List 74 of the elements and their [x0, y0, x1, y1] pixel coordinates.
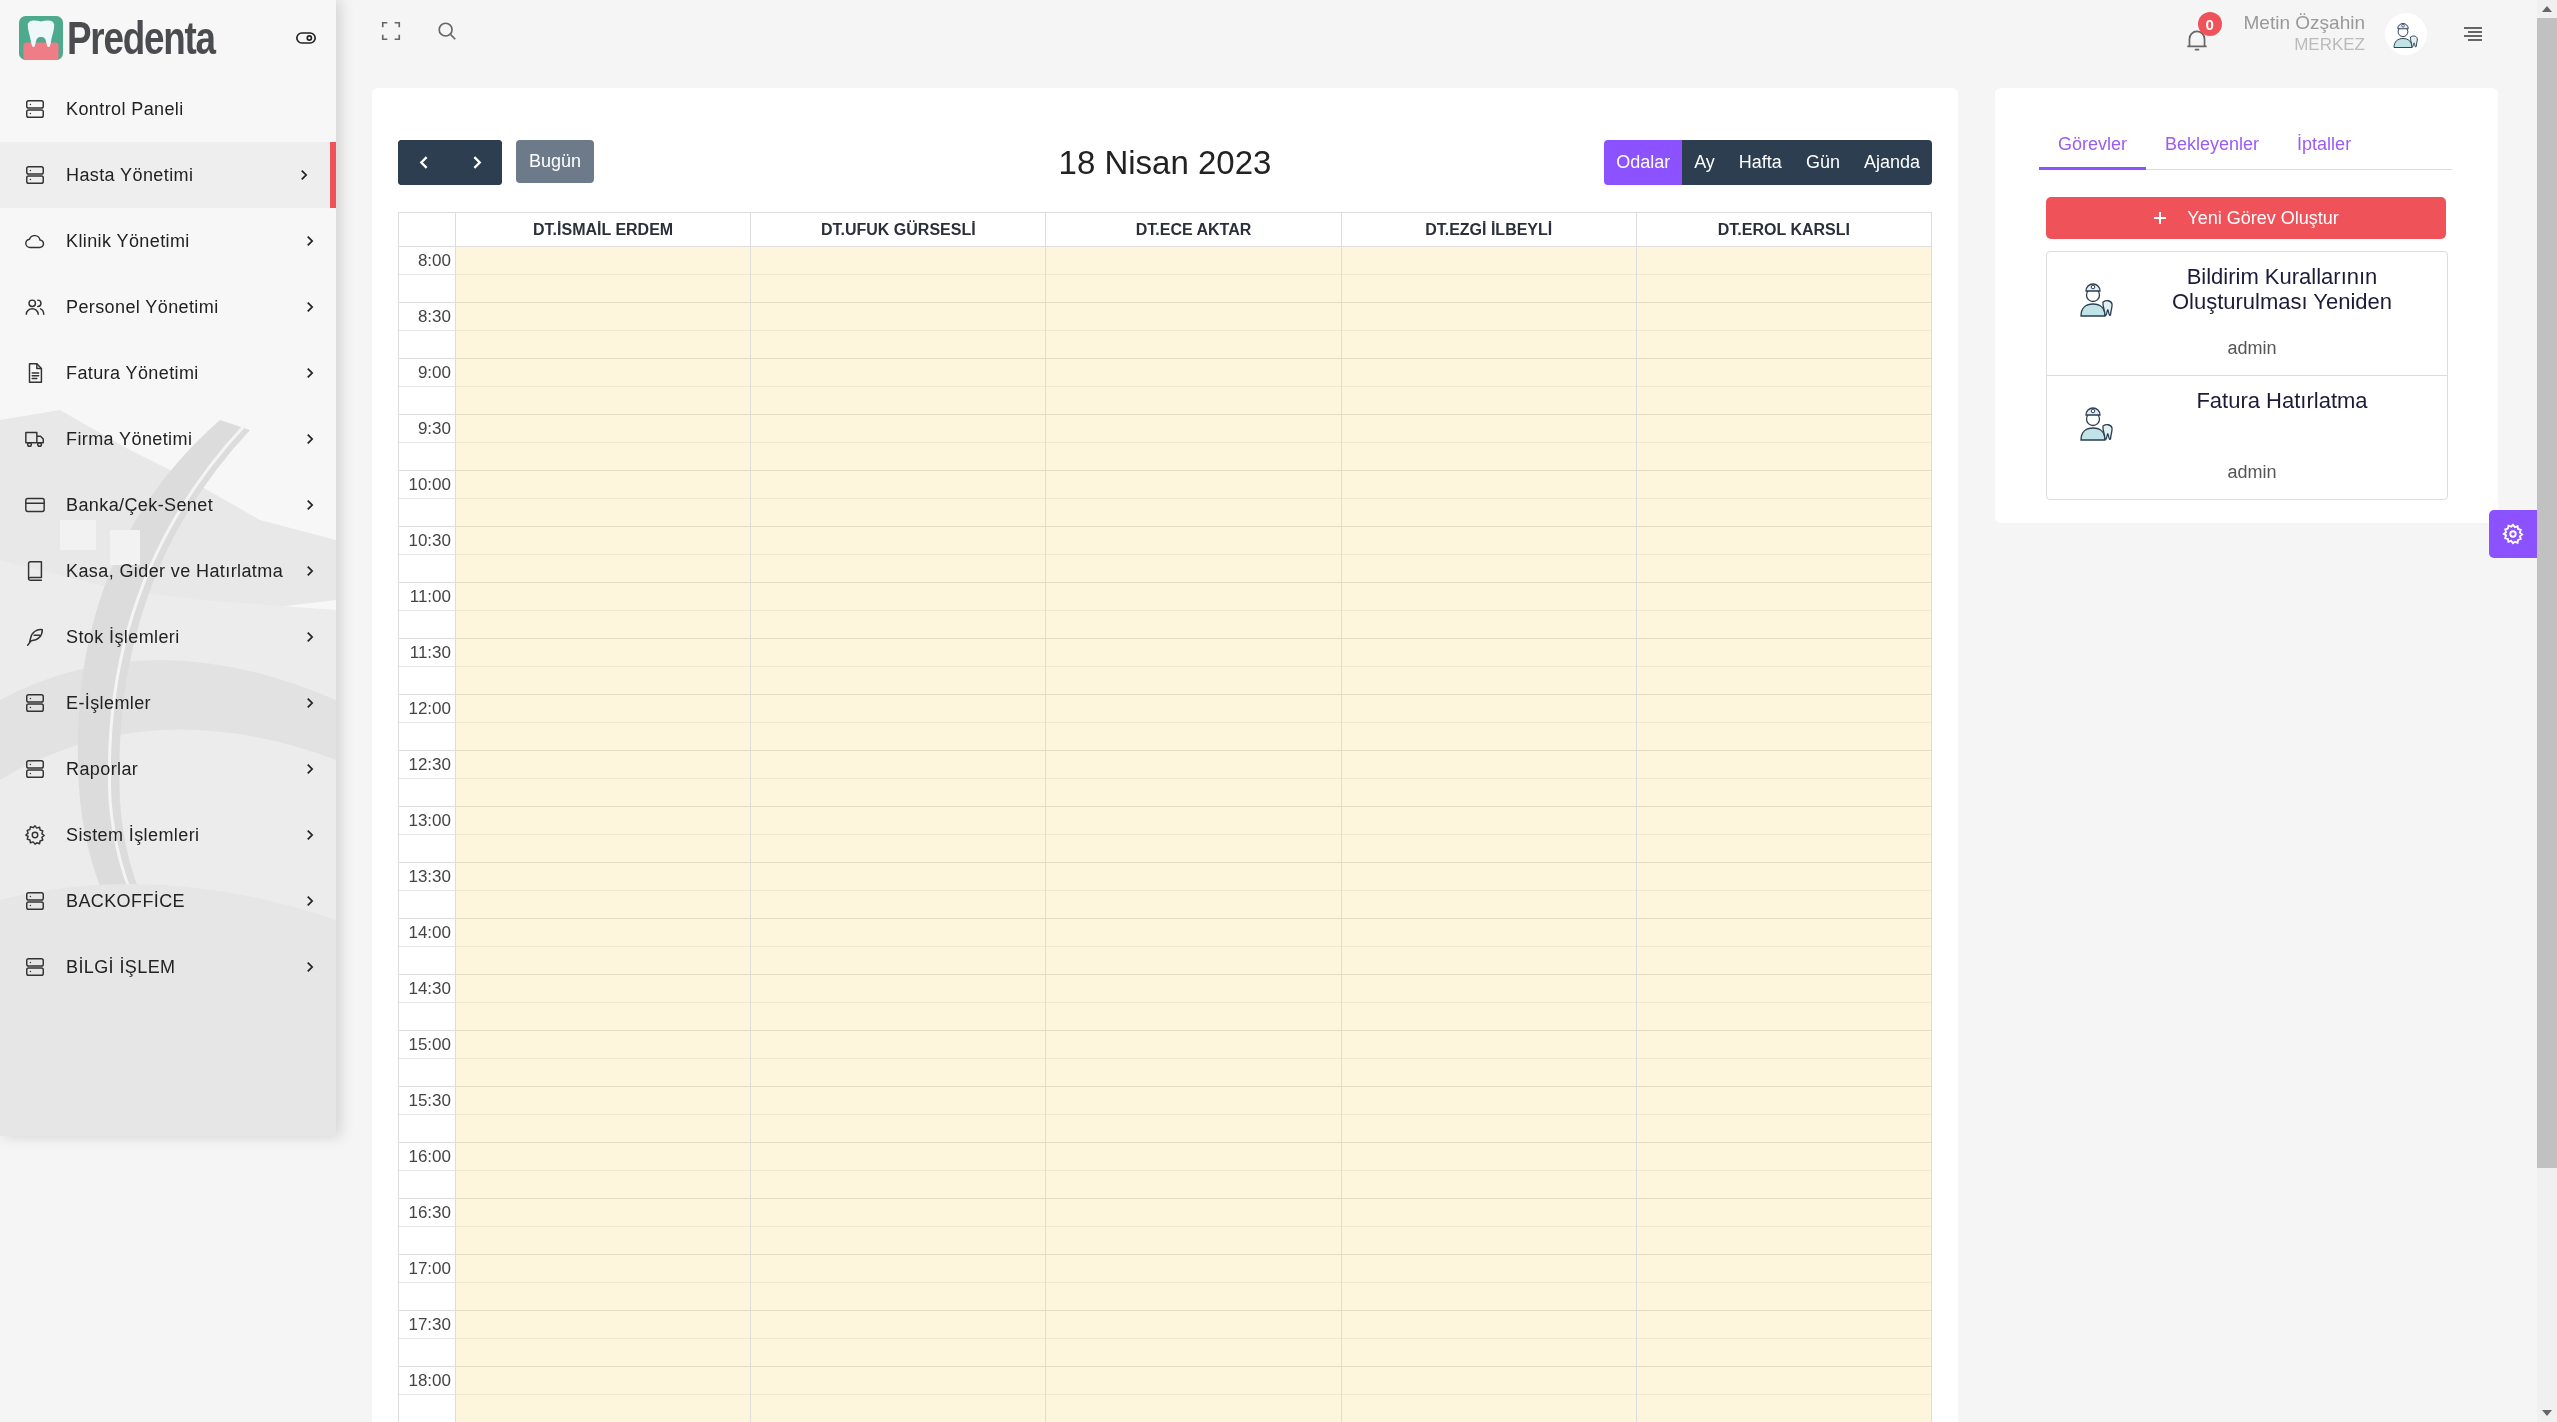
task-title[interactable]: Fatura Hatırlatma: [2196, 388, 2368, 448]
sidebar-item[interactable]: Kasa, Gider ve Hatırlatma: [0, 538, 336, 604]
scroll-up-icon[interactable]: [2542, 6, 2552, 12]
tooth-logo-icon: [19, 16, 63, 60]
task-title[interactable]: Bildirim Kurallarının Oluşturulması Yeniden: [2137, 264, 2427, 324]
time-label: 9:30: [417, 419, 451, 439]
sidebar-item[interactable]: BİLGİ İŞLEM: [0, 934, 336, 1000]
avatar[interactable]: [2385, 13, 2427, 55]
today-button[interactable]: Bugün: [516, 140, 595, 183]
gear-icon: [24, 824, 46, 846]
sidebar-item[interactable]: Raporlar: [0, 736, 336, 802]
time-label: 17:30: [408, 1315, 451, 1335]
view-button[interactable]: Ajanda: [1851, 140, 1932, 185]
view-button[interactable]: Hafta: [1726, 140, 1794, 185]
time-label: 18:00: [408, 1371, 451, 1391]
tab[interactable]: Bekleyenler: [2146, 118, 2279, 170]
sidebar-item[interactable]: Kontrol Paneli: [0, 76, 336, 142]
sidebar-item[interactable]: E-İşlemler: [0, 670, 336, 736]
calendar-title: 18 Nisan 2023: [1058, 143, 1272, 182]
tab[interactable]: Görevler: [2039, 118, 2147, 170]
time-label: 11:00: [409, 587, 451, 607]
time-label: 15:30: [408, 1091, 451, 1111]
time-label: 10:00: [408, 475, 451, 495]
chevron-left-icon: [418, 154, 430, 171]
time-label: 9:00: [417, 363, 451, 383]
sidebar-item[interactable]: Hasta Yönetimi: [0, 142, 336, 208]
time-label: 8:30: [417, 307, 451, 327]
sidebar-item[interactable]: Banka/Çek-Senet: [0, 472, 336, 538]
sidebar-item[interactable]: Personel Yönetimi: [0, 274, 336, 340]
time-label: 12:30: [408, 755, 451, 775]
time-label: 16:00: [408, 1147, 451, 1167]
time-label: 17:00: [408, 1259, 451, 1279]
settings-button[interactable]: [2489, 510, 2537, 558]
search-icon[interactable]: [436, 20, 458, 42]
user-name: Metin Özşahin: [2243, 12, 2365, 34]
time-label: 8:00: [417, 251, 451, 271]
time-label: 13:00: [408, 811, 451, 831]
time-label: 14:30: [408, 979, 451, 999]
server-icon: [24, 164, 46, 186]
time-label: 15:00: [408, 1035, 451, 1055]
server-icon: [24, 890, 46, 912]
time-label: 12:00: [408, 699, 451, 719]
time-label: 10:30: [408, 531, 451, 551]
server-icon: [24, 692, 46, 714]
time-label: 13:30: [408, 867, 451, 887]
user-branch: MERKEZ: [2294, 34, 2365, 56]
server-icon: [24, 956, 46, 978]
view-button[interactable]: Ay: [1682, 140, 1727, 185]
server-icon: [24, 98, 46, 120]
users-icon: [24, 296, 46, 318]
sidebar-item[interactable]: Firma Yönetimi: [0, 406, 336, 472]
sidebar-item[interactable]: BACKOFFİCE: [0, 868, 336, 934]
notification-badge: 0: [2197, 12, 2222, 36]
view-button[interactable]: Odalar: [1604, 140, 1683, 185]
scroll-down-icon[interactable]: [2542, 1410, 2552, 1416]
brand-name: Predenta: [67, 11, 215, 65]
task-owner: admin: [2227, 462, 2277, 483]
plus-icon: [2153, 211, 2168, 225]
toggle-icon[interactable]: [296, 32, 316, 44]
sidebar-item[interactable]: Sistem İşlemleri: [0, 802, 336, 868]
time-label: 11:30: [409, 643, 451, 663]
fullscreen-icon[interactable]: [380, 20, 402, 42]
feather-icon: [24, 626, 46, 648]
sidebar-item[interactable]: Fatura Yönetimi: [0, 340, 336, 406]
scrollbar[interactable]: [2537, 0, 2557, 1422]
task-owner: admin: [2227, 338, 2277, 359]
tab[interactable]: İptaller: [2278, 118, 2371, 170]
gear-icon: [2502, 523, 2524, 545]
view-button[interactable]: Gün: [1793, 140, 1852, 185]
time-label: 14:00: [408, 923, 451, 943]
sidebar-item[interactable]: Klinik Yönetimi: [0, 208, 336, 274]
server-icon: [24, 758, 46, 780]
sidebar-item[interactable]: Stok İşlemleri: [0, 604, 336, 670]
time-label: 16:30: [408, 1203, 451, 1223]
